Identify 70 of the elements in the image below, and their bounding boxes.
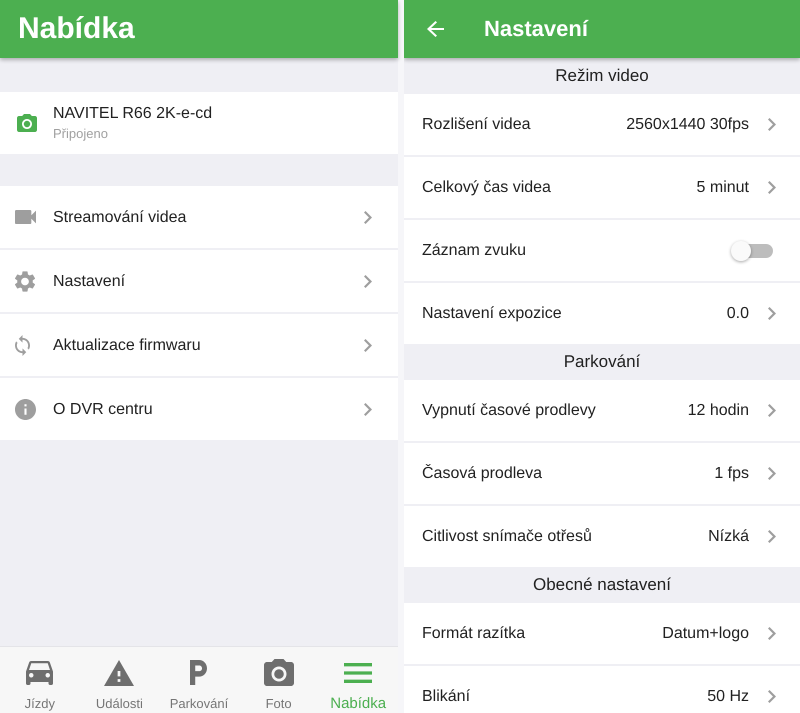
settings-row[interactable]: Blikání 50 Hz <box>404 666 800 713</box>
setting-value: 50 Hz <box>707 687 749 706</box>
chevron-icon <box>768 181 776 194</box>
setting-label: Nastavení expozice <box>422 304 563 323</box>
nav-tab[interactable]: Události <box>80 647 160 713</box>
section-title: Parkování <box>564 352 640 372</box>
settings-row[interactable]: Rozlišení videa 2560x1440 30fps <box>404 94 800 155</box>
setting-value: 5 minut <box>696 178 749 197</box>
chevron-icon <box>768 307 776 320</box>
nav-tab[interactable]: Jízdy <box>0 647 80 713</box>
menu-item[interactable]: O DVR centru <box>0 378 398 440</box>
screen-title: Nabídka <box>18 11 135 47</box>
setting-label: Celkový čas videa <box>422 178 552 197</box>
menu-item[interactable]: Nastavení <box>0 250 398 312</box>
chevron-icon <box>364 210 372 224</box>
menu-item[interactable]: Streamování videa <box>0 186 398 248</box>
section-title: Obecné nastavení <box>533 575 671 595</box>
toggle-switch[interactable] <box>731 240 773 260</box>
chevron-icon <box>364 274 372 288</box>
warning-icon <box>104 660 134 686</box>
back-icon[interactable] <box>427 21 444 37</box>
chevron-icon <box>364 402 372 416</box>
setting-label: Blikání <box>422 687 472 706</box>
settings-row[interactable]: Záznam zvuku <box>404 220 800 281</box>
settings-row[interactable]: Nastavení expozice 0.0 <box>404 283 800 344</box>
setting-label: Rozlišení videa <box>422 115 532 134</box>
settings-row[interactable]: Formát razítka Datum+logo <box>404 603 800 664</box>
setting-value: 0.0 <box>726 304 749 323</box>
setting-value: Nízká <box>708 527 749 546</box>
screen-title: Nastavení <box>484 15 588 43</box>
setting-value: Datum+logo <box>662 624 749 643</box>
camera-icon <box>264 659 294 686</box>
setting-label: Časová prodleva <box>422 464 544 483</box>
device-name: NAVITEL R66 2K-e-cd <box>53 104 212 123</box>
settings-row[interactable]: Vypnutí časové prodlevy 12 hodin <box>404 380 800 441</box>
video-camera-icon <box>15 210 36 224</box>
setting-value: 2560x1440 30fps <box>626 115 749 134</box>
settings-row[interactable]: Celkový čas videa 5 minut <box>404 157 800 218</box>
chevron-icon <box>768 690 776 703</box>
nav-tab[interactable]: Parkování <box>159 647 239 713</box>
setting-value: 12 hodin <box>688 401 749 420</box>
setting-value: 1 fps <box>714 464 749 483</box>
settings-row[interactable]: Citlivost snímače otřesů Nízká <box>404 506 800 567</box>
menu-label: Aktualizace firmwaru <box>53 336 202 354</box>
setting-label: Formát razítka <box>422 624 526 643</box>
settings-row[interactable]: Časová prodleva 1 fps <box>404 443 800 504</box>
settings-icon <box>15 270 35 292</box>
menu-label: Streamování videa <box>53 208 188 226</box>
info-icon <box>15 398 36 420</box>
chevron-icon <box>768 118 776 131</box>
setting-label: Vypnutí časové prodlevy <box>422 401 597 420</box>
setting-label: Citlivost snímače otřesů <box>422 527 593 546</box>
chevron-icon <box>768 404 776 417</box>
camera-icon <box>17 114 37 132</box>
chevron-icon <box>364 338 372 352</box>
setting-label: Záznam zvuku <box>422 241 528 260</box>
chevron-icon <box>768 530 776 543</box>
car-icon <box>26 660 54 684</box>
circular-arrows-icon <box>15 334 30 356</box>
connection-status: Připojeno <box>53 126 109 142</box>
menu-label: Nastavení <box>53 272 126 290</box>
menu-label: O DVR centru <box>53 400 154 418</box>
chevron-icon <box>768 467 776 480</box>
menu-icon <box>344 662 372 682</box>
device-row[interactable]: NAVITEL R66 2K-e-cd Připojeno <box>0 92 398 154</box>
section-title: Režim video <box>555 66 649 86</box>
nav-tab[interactable]: Foto <box>238 647 318 713</box>
parking-icon <box>190 660 208 685</box>
menu-item[interactable]: Aktualizace firmwaru <box>0 314 398 376</box>
chevron-icon <box>768 627 776 640</box>
